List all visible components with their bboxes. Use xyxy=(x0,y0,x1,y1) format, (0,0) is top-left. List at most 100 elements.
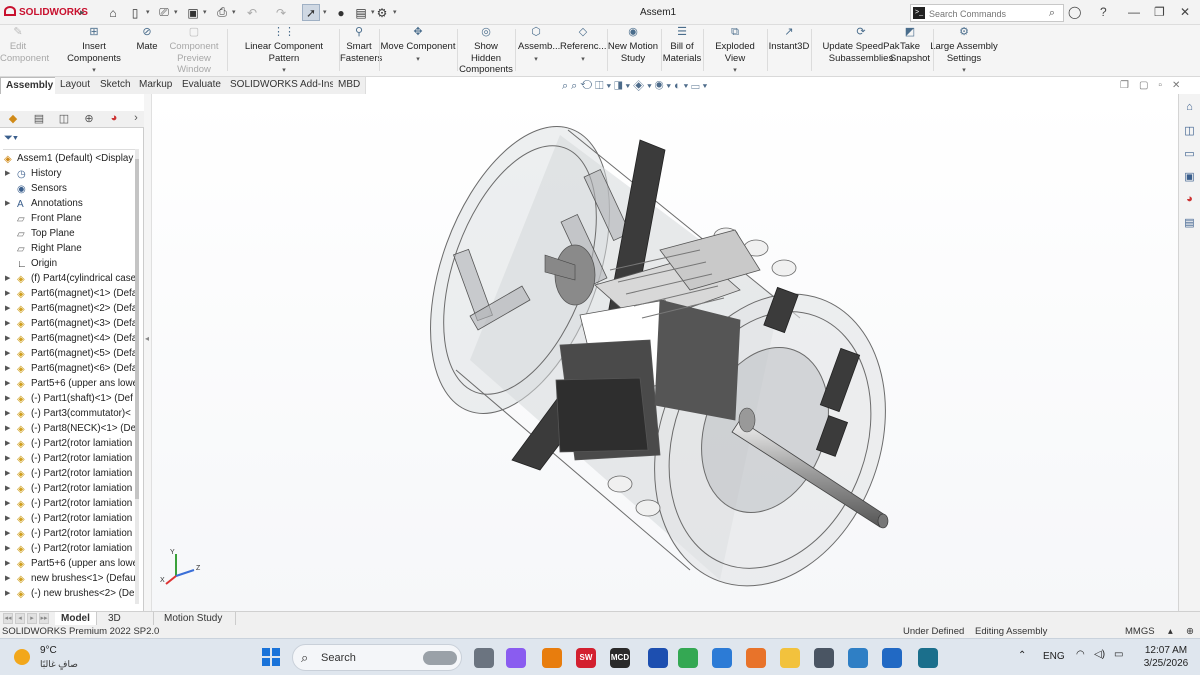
notepad-icon[interactable] xyxy=(712,648,732,668)
filter-icon[interactable]: ⏷▾ xyxy=(4,132,18,145)
tree-item[interactable]: ▶ ◈ (-) Part2(rotor lamiation xyxy=(0,467,136,482)
open-icon[interactable]: ⎚ xyxy=(155,4,173,21)
tree-item[interactable]: ▶ ◈ (-) Part2(rotor lamiation xyxy=(0,542,136,557)
select-dropdown-icon[interactable]: ▾ xyxy=(323,8,327,16)
search-commands[interactable]: >_ ⌕ xyxy=(910,4,1064,22)
panel-splitter[interactable]: ◂ xyxy=(144,94,152,611)
bottom-tab-model[interactable]: Model xyxy=(55,612,97,626)
tree-item[interactable]: ▶ ◷ History xyxy=(0,167,136,182)
component-preview-window-button[interactable]: ▢ Component Preview Window xyxy=(162,26,226,75)
referenc-button[interactable]: ◇ Referenc... ▾ xyxy=(560,26,606,73)
tree-scrollbar[interactable] xyxy=(135,149,139,604)
redo-icon[interactable]: ↷ xyxy=(272,4,290,21)
tree-item[interactable]: ▶ ◈ Part6(magnet)<1> (Defa xyxy=(0,287,136,302)
custom-properties-icon[interactable]: ▤ xyxy=(1182,216,1198,232)
select-cursor-icon[interactable]: ➚ xyxy=(302,4,320,21)
expand-arrow-icon[interactable]: ▶ xyxy=(5,197,10,211)
tree-item[interactable]: ▶ ◈ (-) Part2(rotor lamiation xyxy=(0,482,136,497)
tray-overflow-icon[interactable]: ⌃ xyxy=(1018,650,1026,661)
motor-assembly-model[interactable] xyxy=(152,94,1178,611)
tab-mbd[interactable]: MBD xyxy=(333,77,367,94)
expand-arrow-icon[interactable]: ▶ xyxy=(5,512,10,526)
large-assembly-settings-button[interactable]: ⚙ Large Assembly Settings ▾ xyxy=(930,26,998,74)
options-dropdown-icon[interactable]: ▾ xyxy=(393,8,397,16)
referenc-dropdown-icon[interactable]: ▾ xyxy=(560,54,606,66)
dimxpert-tab-icon[interactable]: ⊕ xyxy=(81,112,97,127)
tree-item[interactable]: ▶ ◈ (-) Part2(rotor lamiation xyxy=(0,497,136,512)
search-icon[interactable]: ⌕ xyxy=(1049,7,1055,20)
mcd-icon[interactable]: MCD xyxy=(610,648,630,668)
property-manager-tab-icon[interactable]: ▤ xyxy=(31,112,47,127)
linear-component-pattern-dropdown-icon[interactable]: ▾ xyxy=(230,65,338,77)
display-manager-tab-icon[interactable]: ◕ xyxy=(106,112,122,127)
edit-component-button[interactable]: ✎ Edit Component xyxy=(0,26,49,73)
tree-item[interactable]: ▶ ◈ Part6(magnet)<6> (Defa xyxy=(0,362,136,377)
take-snapshot-button[interactable]: ◩ Take Snapshot xyxy=(888,26,932,73)
tree-item[interactable]: ▱ Front Plane xyxy=(0,212,136,227)
expand-arrow-icon[interactable]: ▶ xyxy=(5,392,10,406)
tree-item[interactable]: ▶ ◈ Part6(magnet)<3> (Defa xyxy=(0,317,136,332)
windows-start-icon[interactable] xyxy=(262,648,280,666)
solidworks-icon[interactable]: SW xyxy=(576,648,596,668)
app-teal-icon[interactable] xyxy=(918,648,938,668)
photos-icon[interactable] xyxy=(848,648,868,668)
app-orange-icon[interactable] xyxy=(746,648,766,668)
expand-arrow-icon[interactable]: ▶ xyxy=(5,557,10,571)
assemb-button[interactable]: ⬡ Assemb... ▾ xyxy=(518,26,560,73)
minimize-icon[interactable]: — xyxy=(1128,5,1140,19)
traffic-light-icon[interactable]: ● xyxy=(332,4,350,21)
menu-arrow-icon[interactable]: ▸ xyxy=(80,7,85,18)
solidworks-logo[interactable]: SOLIDWORKS xyxy=(4,6,88,18)
options-gear-icon[interactable]: ⚙ xyxy=(373,4,391,21)
expand-arrow-icon[interactable]: ▶ xyxy=(5,452,10,466)
tree-item[interactable]: ▶ ◈ (-) Part2(rotor lamiation xyxy=(0,512,136,527)
expand-arrow-icon[interactable]: ▶ xyxy=(5,422,10,436)
clock[interactable]: 12:07 AM 3/25/2026 xyxy=(1140,644,1192,670)
tree-item[interactable]: ▶ ◈ (-) Part2(rotor lamiation xyxy=(0,437,136,452)
save-dropdown-icon[interactable]: ▾ xyxy=(203,8,207,16)
battery-icon[interactable]: ▭ xyxy=(1114,649,1123,660)
design-library-icon[interactable]: ◫ xyxy=(1182,124,1198,140)
calculator-icon[interactable] xyxy=(814,648,834,668)
tab-layout[interactable]: Layout xyxy=(55,77,97,94)
app-arrow-icon[interactable] xyxy=(882,648,902,668)
user-icon[interactable]: ◯ xyxy=(1068,5,1081,19)
tab-solidworks-add-ins[interactable]: SOLIDWORKS Add-Ins xyxy=(225,77,341,94)
show-hidden-components-button[interactable]: ◎ Show Hidden Components xyxy=(458,26,514,75)
expand-arrow-icon[interactable]: ▶ xyxy=(5,302,10,316)
tree-item[interactable]: ▶ ◈ (-) Part8(NECK)<1> (De xyxy=(0,422,136,437)
instant3d-button[interactable]: ↗ Instant3D xyxy=(768,26,810,73)
home-icon[interactable]: ⌂ xyxy=(104,4,122,21)
units-dropdown-icon[interactable]: ▴ xyxy=(1168,625,1173,638)
tab-markup[interactable]: Markup xyxy=(134,77,179,94)
search-input[interactable] xyxy=(929,7,1049,20)
expand-arrow-icon[interactable]: ▶ xyxy=(5,347,10,361)
feature-manager-tab-icon[interactable]: ◆ xyxy=(5,112,21,127)
assemb-dropdown-icon[interactable]: ▾ xyxy=(518,54,554,66)
expand-arrow-icon[interactable]: ▶ xyxy=(5,572,10,586)
tree-item[interactable]: ▶ ◈ (f) Part4(cylindrical case xyxy=(0,272,136,287)
close-icon[interactable]: ✕ xyxy=(1180,5,1190,19)
exploded-view-dropdown-icon[interactable]: ▾ xyxy=(704,65,766,77)
open-dropdown-icon[interactable]: ▾ xyxy=(174,8,178,16)
taskbar-search[interactable]: ⌕ Search xyxy=(292,644,462,671)
move-component-button[interactable]: ✥ Move Component ▾ xyxy=(380,26,456,73)
tree-root[interactable]: ◈ Assem1 (Default) <Display xyxy=(0,152,136,167)
move-component-dropdown-icon[interactable]: ▾ xyxy=(380,54,456,66)
print-dropdown-icon[interactable]: ▾ xyxy=(232,8,236,16)
copilot-icon[interactable] xyxy=(506,648,526,668)
expand-arrow-icon[interactable]: ▶ xyxy=(5,587,10,601)
large-assembly-settings-dropdown-icon[interactable]: ▾ xyxy=(930,65,998,77)
tree-item[interactable]: ▶ ◈ Part6(magnet)<4> (Defa xyxy=(0,332,136,347)
panel-expand-icon[interactable]: › xyxy=(128,112,144,127)
exploded-view-button[interactable]: ⧉ Exploded View ▾ xyxy=(704,26,766,74)
expand-arrow-icon[interactable]: ▶ xyxy=(5,332,10,346)
tree-item[interactable]: ▶ ◈ (-) Part2(rotor lamiation xyxy=(0,452,136,467)
app-blue-icon[interactable] xyxy=(648,648,668,668)
tree-item[interactable]: ◉ Sensors xyxy=(0,182,136,197)
tree-item[interactable]: ▶ ◈ (-) Part2(rotor lamiation xyxy=(0,527,136,542)
tree-item[interactable]: ▶ ◈ Part6(magnet)<5> (Defa xyxy=(0,347,136,362)
expand-arrow-icon[interactable]: ▶ xyxy=(5,317,10,331)
mate-button[interactable]: ⊘ Mate xyxy=(134,26,160,73)
tree-item[interactable]: ▶ ◈ Part5+6 (upper ans lowe xyxy=(0,557,136,572)
